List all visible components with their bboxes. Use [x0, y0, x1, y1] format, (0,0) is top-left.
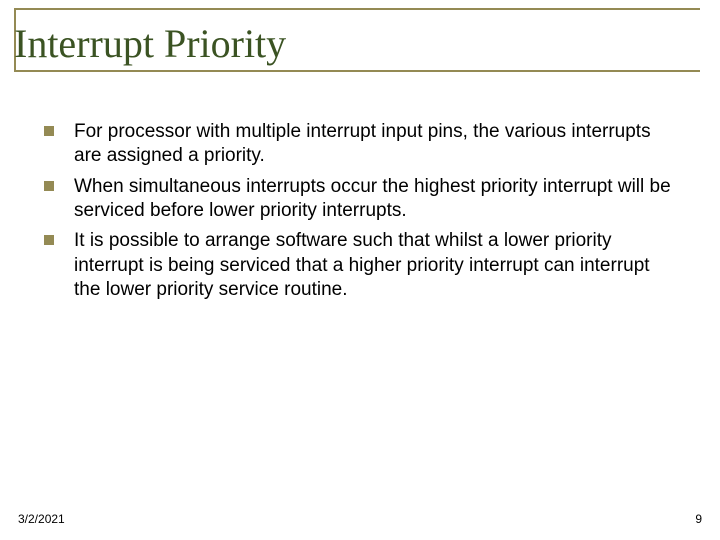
square-bullet-icon	[44, 126, 54, 136]
bullet-text: It is possible to arrange software such …	[74, 230, 650, 300]
footer-date: 3/2/2021	[18, 512, 65, 526]
list-item: For processor with multiple interrupt in…	[44, 120, 676, 169]
title-underline	[14, 70, 700, 72]
footer-page-number: 9	[695, 512, 702, 526]
bullet-list: For processor with multiple interrupt in…	[44, 120, 676, 302]
title-block: Interrupt Priority	[14, 8, 700, 79]
list-item: When simultaneous interrupts occur the h…	[44, 175, 676, 224]
list-item: It is possible to arrange software such …	[44, 229, 676, 302]
bullet-text: When simultaneous interrupts occur the h…	[74, 176, 671, 221]
square-bullet-icon	[44, 235, 54, 245]
slide: Interrupt Priority For processor with mu…	[0, 0, 720, 540]
content-area: For processor with multiple interrupt in…	[44, 120, 676, 308]
bullet-text: For processor with multiple interrupt in…	[74, 121, 651, 166]
footer: 3/2/2021 9	[18, 512, 702, 526]
square-bullet-icon	[44, 181, 54, 191]
